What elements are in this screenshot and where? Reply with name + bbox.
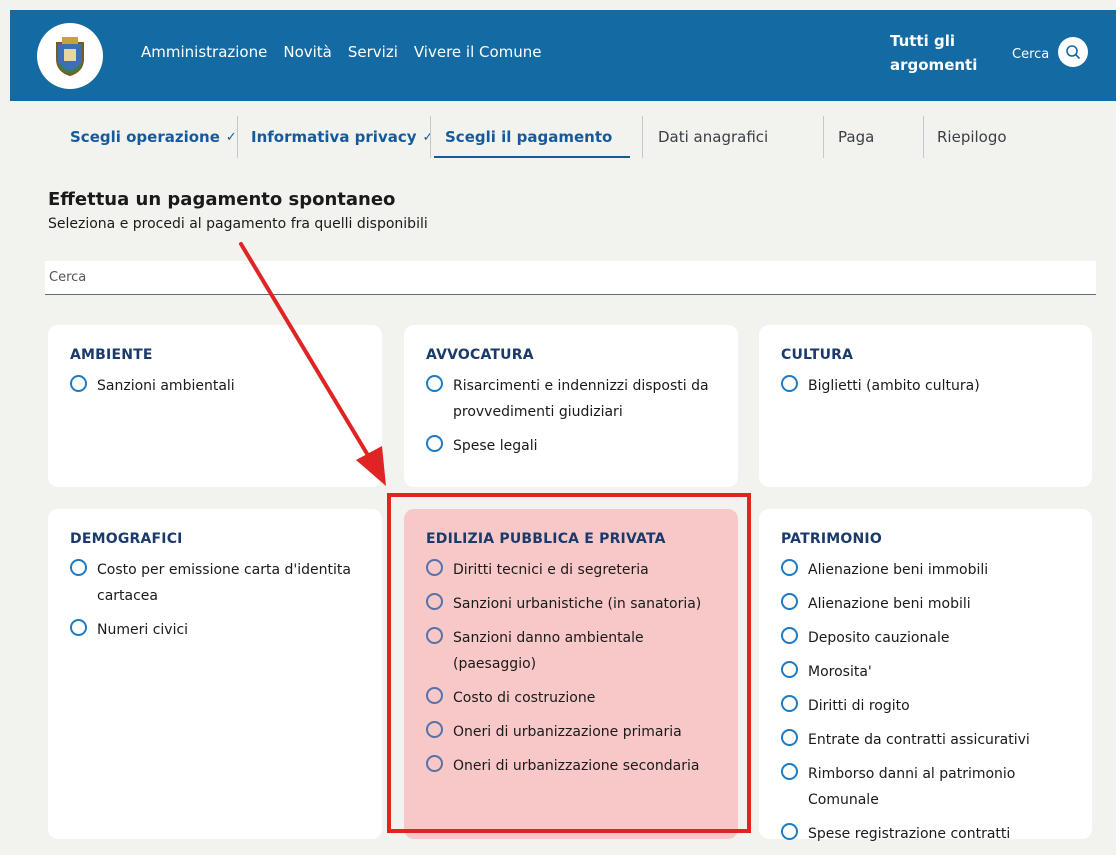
category-card-cultura: CULTURA Biglietti (ambito cultura) <box>759 325 1092 487</box>
payment-option[interactable]: Rimborso danni al patrimonio Comunale <box>781 761 1076 813</box>
search-icon <box>1066 45 1081 60</box>
payment-option[interactable]: Deposito cauzionale <box>781 625 1076 651</box>
radio-button[interactable] <box>426 627 443 644</box>
radio-button[interactable] <box>426 559 443 576</box>
category-title: DEMOGRAFICI <box>70 531 183 547</box>
payment-option[interactable]: Oneri di urbanizzazione secondaria <box>426 753 722 779</box>
nav-amministrazione[interactable]: Amministrazione <box>141 43 267 61</box>
category-card-ambiente: AMBIENTE Sanzioni ambientali <box>48 325 382 487</box>
main-nav: Amministrazione Novità Servizi Vivere il… <box>141 43 558 61</box>
payment-option[interactable]: Costo per emissione carta d'identita car… <box>70 557 366 609</box>
progress-steps: Scegli operazione ✓ Informativa privacy … <box>55 116 1103 158</box>
radio-button[interactable] <box>70 619 87 636</box>
payment-option[interactable]: Entrate da contratti assicurativi <box>781 727 1076 753</box>
payment-option[interactable]: Oneri di urbanizzazione primaria <box>426 719 722 745</box>
payment-option[interactable]: Risarcimenti e indennizzi disposti da pr… <box>426 373 722 425</box>
category-card-demografici: DEMOGRAFICI Costo per emissione carta d'… <box>48 509 382 839</box>
current-step-indicator <box>434 156 630 158</box>
payment-option[interactable]: Costo di costruzione <box>426 685 722 711</box>
payment-option[interactable]: Alienazione beni immobili <box>781 557 1076 583</box>
radio-button[interactable] <box>781 375 798 392</box>
category-title: CULTURA <box>781 347 854 363</box>
radio-button[interactable] <box>781 763 798 780</box>
category-card-edilizia: EDILIZIA PUBBLICA E PRIVATA Diritti tecn… <box>404 509 738 839</box>
category-title: AVVOCATURA <box>426 347 534 363</box>
step-divider <box>430 116 431 158</box>
category-card-patrimonio: PATRIMONIO Alienazione beni immobili Ali… <box>759 509 1092 842</box>
all-topics-link[interactable]: Tutti gli argomenti <box>890 29 977 77</box>
payment-search-input[interactable] <box>45 261 1096 295</box>
payment-option[interactable]: Diritti tecnici e di segreteria <box>426 557 722 583</box>
page-subtitle: Seleziona e procedi al pagamento fra que… <box>48 216 428 232</box>
payment-option[interactable]: Sanzioni danno ambientale (paesaggio) <box>426 625 722 677</box>
radio-button[interactable] <box>781 627 798 644</box>
nav-novita[interactable]: Novità <box>283 43 332 61</box>
payment-option[interactable]: Biglietti (ambito cultura) <box>781 373 1076 399</box>
municipal-crest-icon[interactable] <box>37 23 103 89</box>
nav-vivere-il-comune[interactable]: Vivere il Comune <box>414 43 542 61</box>
radio-button[interactable] <box>426 687 443 704</box>
radio-button[interactable] <box>781 823 798 840</box>
step-dati-anagrafici: Dati anagrafici <box>658 128 769 146</box>
page-title: Effettua un pagamento spontaneo <box>48 189 396 210</box>
step-divider <box>237 116 238 158</box>
search-button[interactable] <box>1058 37 1088 67</box>
radio-button[interactable] <box>70 559 87 576</box>
search-label[interactable]: Cerca <box>1012 47 1049 62</box>
radio-button[interactable] <box>781 559 798 576</box>
radio-button[interactable] <box>426 435 443 452</box>
step-divider <box>823 116 824 158</box>
payment-option[interactable]: Spese legali <box>426 433 722 459</box>
radio-button[interactable] <box>781 695 798 712</box>
payment-option[interactable]: Sanzioni urbanistiche (in sanatoria) <box>426 591 722 617</box>
radio-button[interactable] <box>781 661 798 678</box>
category-card-avvocatura: AVVOCATURA Risarcimenti e indennizzi dis… <box>404 325 738 487</box>
step-informativa-privacy[interactable]: Informativa privacy ✓ <box>251 116 433 158</box>
category-title: AMBIENTE <box>70 347 153 363</box>
step-divider <box>923 116 924 158</box>
radio-button[interactable] <box>426 721 443 738</box>
radio-button[interactable] <box>426 593 443 610</box>
payment-option[interactable]: Alienazione beni mobili <box>781 591 1076 617</box>
step-riepilogo: Riepilogo <box>937 128 1007 146</box>
step-paga: Paga <box>838 128 875 146</box>
step-scegli-operazione[interactable]: Scegli operazione ✓ <box>70 116 237 158</box>
check-icon: ✓ <box>422 129 434 145</box>
header-bar: Amministrazione Novità Servizi Vivere il… <box>10 10 1116 101</box>
step-divider <box>642 116 643 158</box>
nav-servizi[interactable]: Servizi <box>348 43 398 61</box>
category-title: PATRIMONIO <box>781 531 882 547</box>
radio-button[interactable] <box>426 375 443 392</box>
category-title: EDILIZIA PUBBLICA E PRIVATA <box>426 531 666 547</box>
step-scegli-il-pagamento[interactable]: Scegli il pagamento <box>445 116 612 158</box>
payment-option[interactable]: Diritti di rogito <box>781 693 1076 719</box>
radio-button[interactable] <box>70 375 87 392</box>
payment-option[interactable]: Morosita' <box>781 659 1076 685</box>
radio-button[interactable] <box>781 593 798 610</box>
payment-option[interactable]: Numeri civici <box>70 617 366 643</box>
check-icon: ✓ <box>225 129 237 145</box>
payment-option[interactable]: Sanzioni ambientali <box>70 373 366 399</box>
radio-button[interactable] <box>426 755 443 772</box>
radio-button[interactable] <box>781 729 798 746</box>
